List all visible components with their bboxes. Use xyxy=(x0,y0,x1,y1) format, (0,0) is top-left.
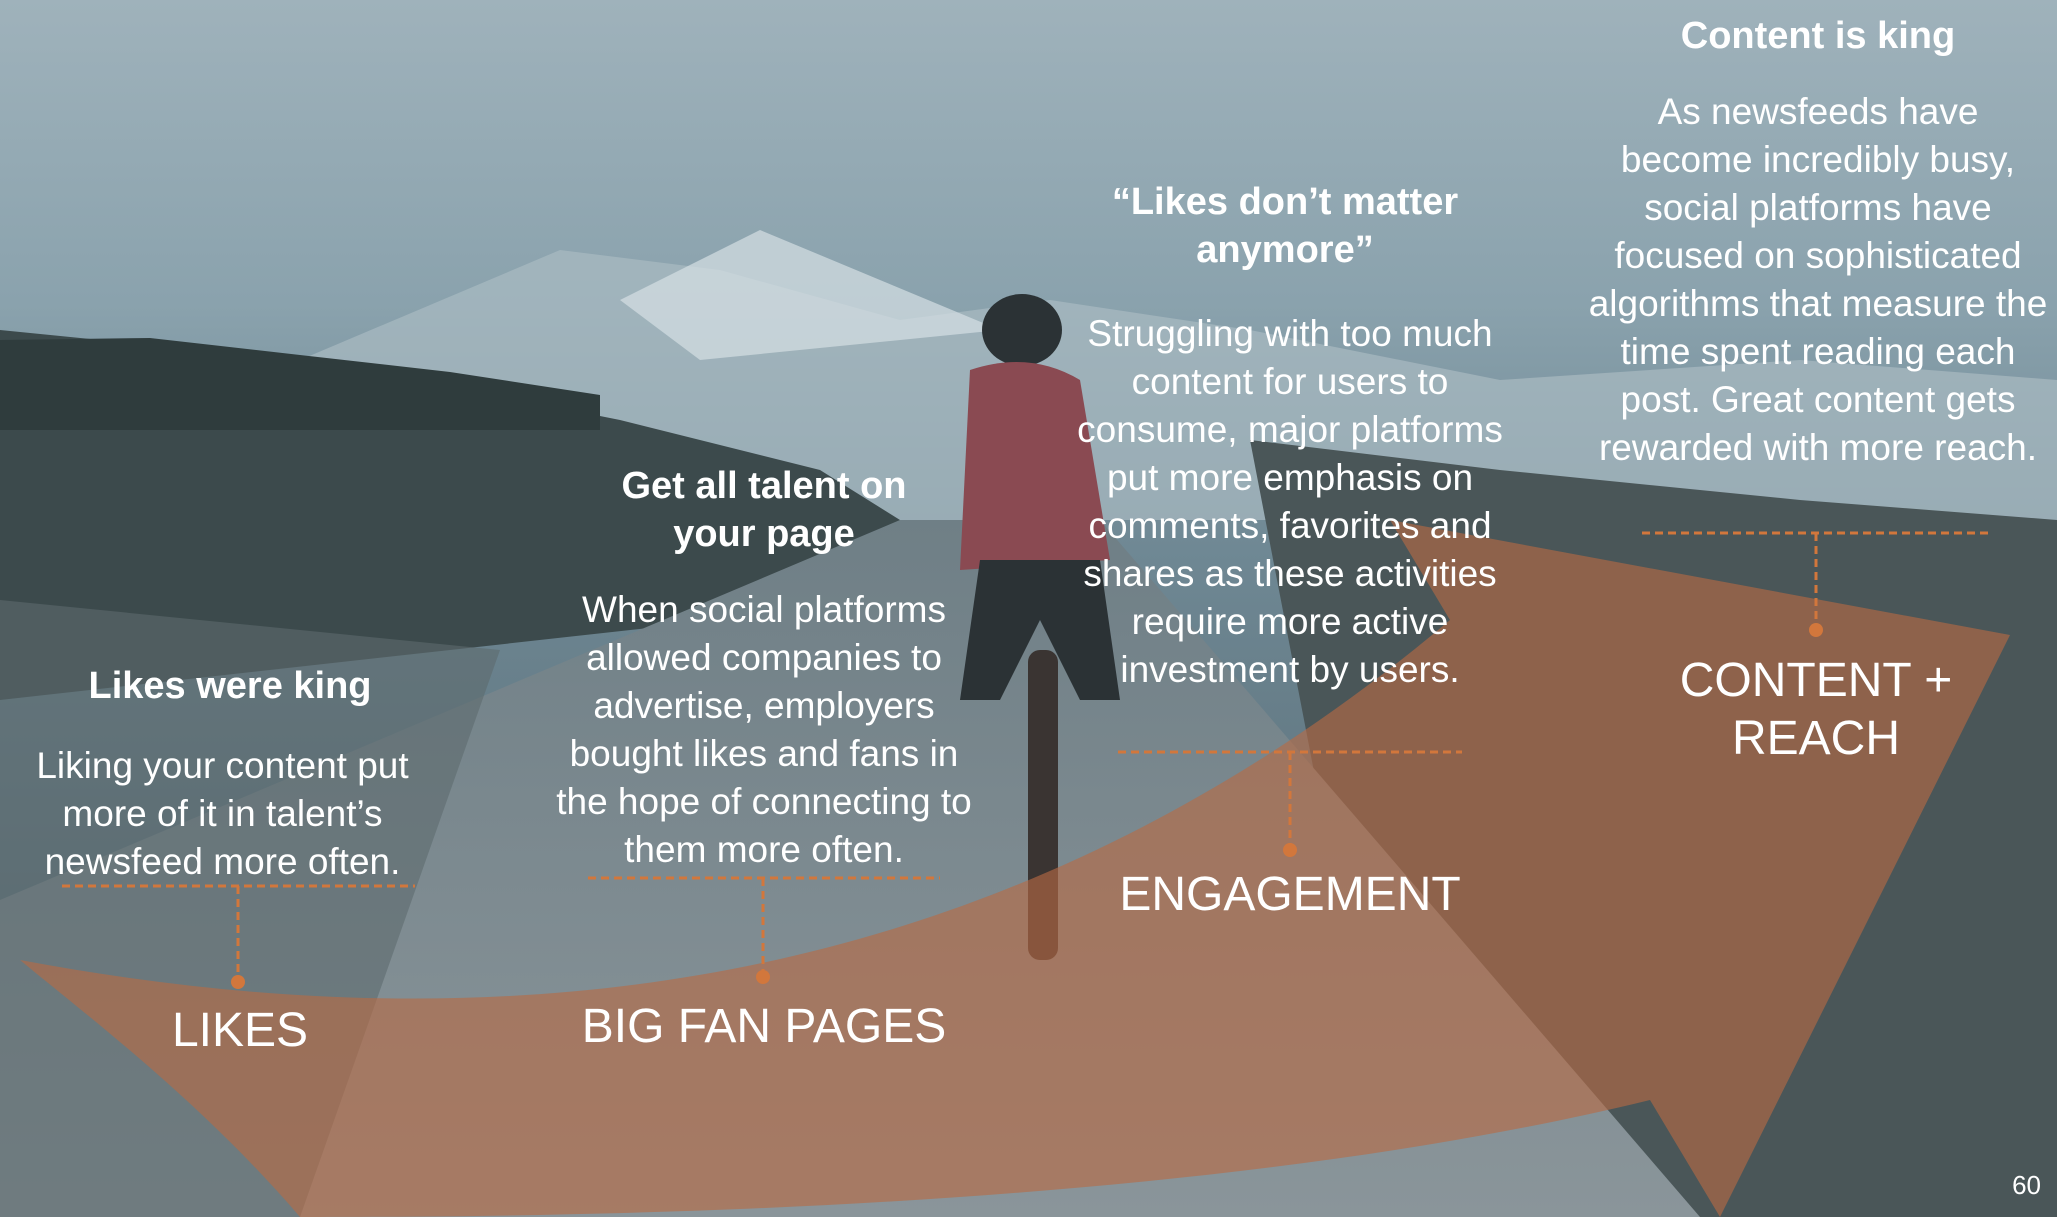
slide: Likes were king Liking your content put … xyxy=(0,0,2057,1217)
stage-4-body: As newsfeeds have become incredibly busy… xyxy=(1588,91,2048,468)
stage-2-heading: Get all talent on your page xyxy=(621,465,907,555)
stage-1-heading: Likes were king xyxy=(88,665,372,707)
stage-2-label: BIG FAN PAGES xyxy=(581,1000,947,1053)
stage-4-label: CONTENT + REACH xyxy=(1679,654,1953,765)
stage-3-heading: “Likes don’t matter anymore” xyxy=(1111,181,1459,271)
stage-2-body: When social platforms allowed companies … xyxy=(556,589,972,870)
stage-1-label: LIKES xyxy=(171,1004,309,1057)
stage-1-body: Liking your content put more of it in ta… xyxy=(36,745,409,882)
stage-3-label: ENGAGEMENT xyxy=(1119,868,1461,921)
stage-4-heading: Content is king xyxy=(1680,15,1956,57)
stage-3-body: Struggling with too much content for use… xyxy=(1077,313,1503,690)
page-number: 60 xyxy=(2012,1170,2041,1200)
